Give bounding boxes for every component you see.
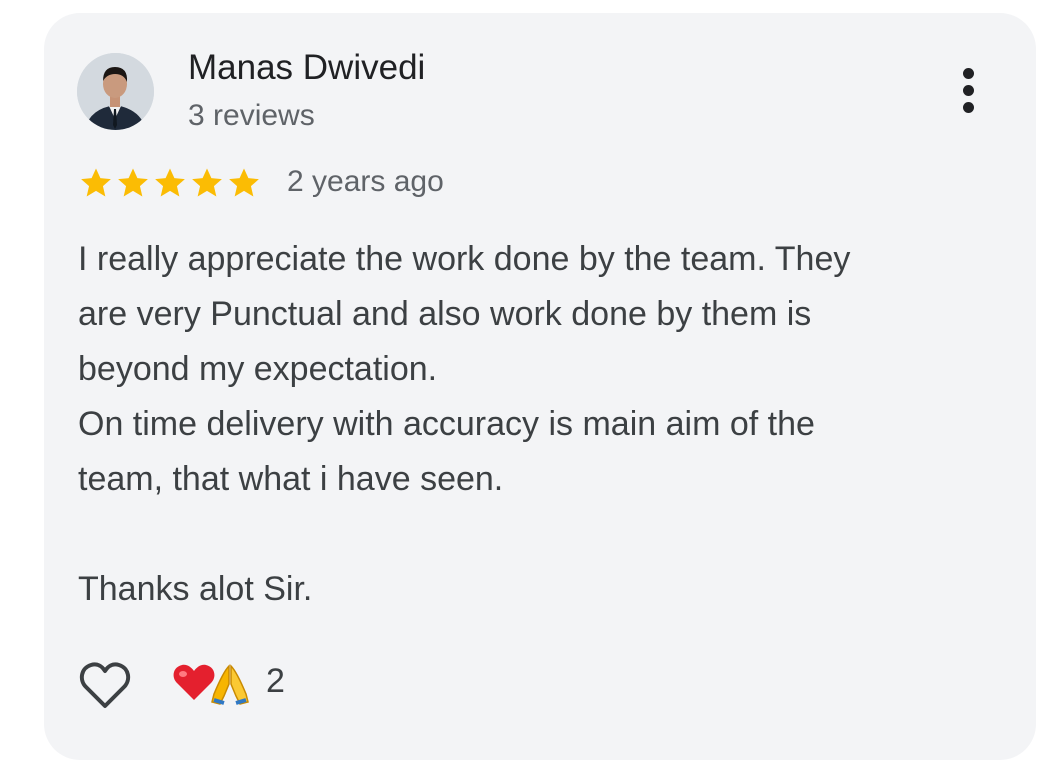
review-line: beyond my expectation. (78, 350, 438, 388)
reaction-count: 2 (266, 662, 285, 700)
avatar[interactable] (77, 53, 154, 130)
review-line: are very Punctual and also work done by … (78, 295, 812, 333)
reactions[interactable] (172, 660, 250, 706)
star-icon (155, 168, 185, 197)
more-vertical-icon (963, 68, 974, 79)
star-rating (78, 166, 262, 200)
reviewer-review-count: 3 reviews (188, 99, 315, 132)
review-line: I really appreciate the work done by the… (78, 240, 851, 278)
star-icon (192, 168, 222, 197)
review-blank-line (78, 507, 983, 562)
review-text[interactable]: I really appreciate the work done by the… (78, 232, 983, 617)
like-button[interactable] (78, 659, 132, 711)
star-icon (118, 168, 148, 197)
review-line: Thanks alot Sir. (78, 570, 313, 608)
reviewer-name[interactable]: Manas Dwivedi (188, 48, 425, 88)
profile-photo (77, 53, 154, 130)
star-icon (81, 168, 111, 197)
review-line: team, that what i have seen. (78, 460, 504, 498)
heart-outline-icon (79, 662, 131, 708)
star-icon (229, 168, 259, 197)
folded-hands-emoji (211, 664, 249, 705)
review-date: 2 years ago (287, 165, 444, 198)
more-options-button[interactable] (952, 64, 986, 116)
review-line: On time delivery with accuracy is main a… (78, 405, 815, 443)
